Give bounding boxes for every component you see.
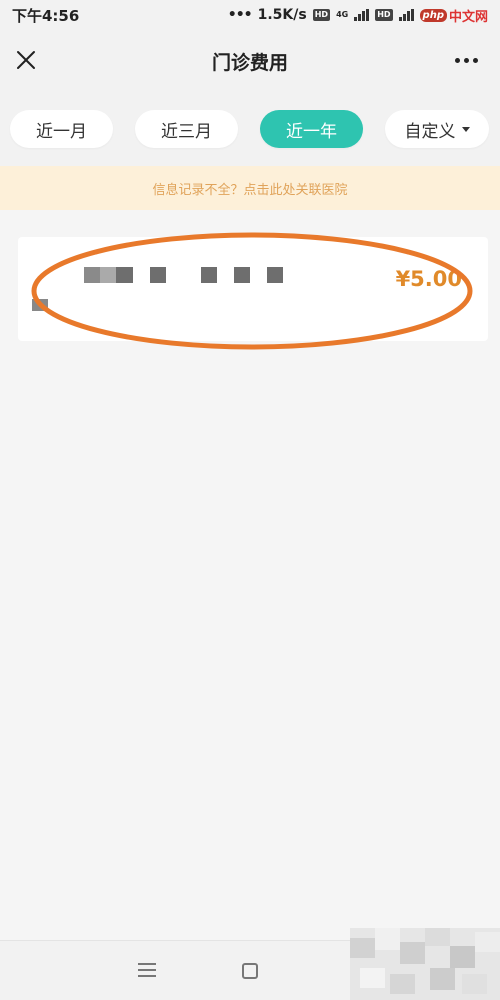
redacted-text <box>116 267 133 283</box>
watermark-logo-badge: php <box>419 8 447 22</box>
record-card[interactable]: ¥5.00 <box>18 237 488 341</box>
watermark-logo: php 中文网 <box>419 6 488 25</box>
status-bar: 下午4:56 ••• 1.5K/s HD 4G HD php 中文网 <box>0 0 500 30</box>
menu-button[interactable] <box>138 963 156 979</box>
date-filter-tabs: 近一月 近三月 近一年 自定义 <box>0 92 500 166</box>
redacted-text <box>84 267 100 283</box>
signal-dots-icon: ••• <box>227 7 253 23</box>
signal-bars-icon-2 <box>398 9 414 21</box>
tab-last-three-months[interactable]: 近三月 <box>135 110 238 148</box>
close-button[interactable] <box>14 48 38 72</box>
page-title: 门诊费用 <box>211 51 288 74</box>
close-icon <box>17 51 35 69</box>
redacted-text <box>100 267 116 283</box>
record-amount: ¥5.00 <box>395 267 462 291</box>
redacted-text <box>267 267 283 283</box>
redacted-text <box>150 267 166 283</box>
redacted-text <box>234 267 250 283</box>
status-time: 下午4:56 <box>12 6 80 25</box>
network-speed: 1.5K/s <box>257 7 307 23</box>
link-hospital-notice[interactable]: 信息记录不全？点击此处关联医院 <box>0 166 500 210</box>
home-button[interactable] <box>242 963 258 979</box>
more-button[interactable] <box>455 58 478 63</box>
tab-custom-range[interactable]: 自定义 <box>385 110 489 148</box>
tab-custom-label: 自定义 <box>404 121 456 142</box>
hd-badge-icon: HD <box>312 9 331 21</box>
status-right: ••• 1.5K/s HD 4G HD php 中文网 <box>228 6 488 25</box>
hd-badge-icon-2: HD <box>375 9 393 21</box>
tab-last-month[interactable]: 近一月 <box>10 110 113 148</box>
menu-icon <box>138 963 156 977</box>
more-dots-icon <box>455 58 478 63</box>
tab-last-year[interactable]: 近一年 <box>260 110 363 148</box>
network-type: 4G <box>336 10 349 19</box>
redacted-text <box>32 299 48 311</box>
redacted-text <box>201 267 217 283</box>
caret-down-icon <box>461 126 470 132</box>
nav-bar: 门诊费用 <box>0 30 500 92</box>
signal-bars-icon <box>354 9 370 21</box>
watermark-logo-text: 中文网 <box>448 9 488 25</box>
pixelated-watermark <box>350 928 500 1000</box>
